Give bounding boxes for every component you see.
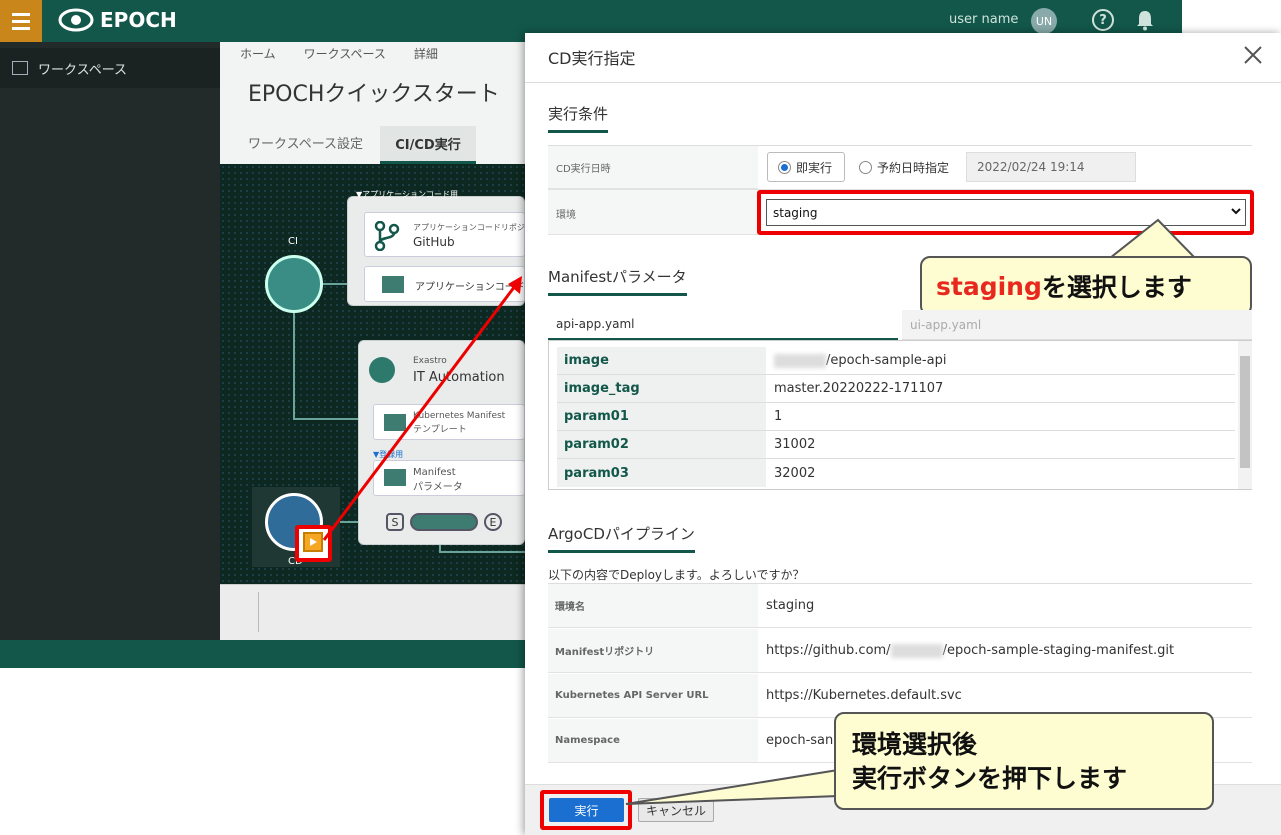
epoch-logo[interactable]: EPOCH (58, 7, 177, 33)
modal-divider (525, 82, 1281, 83)
radio-off-icon (859, 160, 872, 174)
env-label: 環境 (556, 210, 576, 221)
epoch-logo-icon (58, 8, 94, 32)
breadcrumb: ホーム ワークスペース 詳細 (240, 45, 438, 62)
callout-press-exec: 環境選択後 実行ボタンを押下します (834, 712, 1214, 810)
radio-on-icon (778, 160, 791, 174)
breadcrumb-workspace[interactable]: ワークスペース (304, 45, 386, 62)
param-key: image_tag (557, 375, 766, 402)
app-code-header: ▼アプリケーションコード用 (356, 190, 458, 199)
radio-immediate[interactable]: 即実行 (767, 152, 845, 182)
annotation-arrow (322, 276, 522, 541)
cd-datetime-label: CD実行日時 (556, 164, 611, 175)
callout-line1: 環境選択後 (852, 730, 978, 759)
scheduled-datetime-input[interactable]: 2022/02/24 19:14 (966, 152, 1136, 182)
info-row: 環境名 staging (548, 584, 1252, 628)
param-key: param01 (557, 403, 766, 430)
redacted-text (890, 643, 943, 658)
sidebar-item-label: ワークスペース (38, 62, 128, 78)
table-row: image_tag master.20220222-171107 (557, 375, 1235, 403)
param-value[interactable]: 31002 (766, 431, 1235, 458)
footer-divider (258, 592, 259, 632)
workspace-icon (12, 61, 28, 75)
bell-icon[interactable] (1135, 9, 1155, 31)
tab-workspace-settings[interactable]: ワークスペース設定 (248, 133, 363, 152)
param-key: param03 (557, 459, 766, 487)
info-value: https://Kubernetes.default.svc (766, 688, 962, 703)
radio-immediate-label: 即実行 (796, 160, 833, 175)
callout-staging-word: staging (936, 271, 1042, 301)
close-icon[interactable] (1242, 44, 1264, 66)
param-table: image /epoch-sample-api image_tag master… (548, 340, 1252, 490)
param-value[interactable]: 1 (766, 403, 1235, 430)
param-key: param02 (557, 431, 766, 458)
table-row: param03 32002 (557, 459, 1235, 487)
callout-select-staging: staging を選択します (920, 256, 1252, 316)
callout-pointer (625, 768, 839, 805)
breadcrumb-detail: 詳細 (413, 47, 438, 61)
avatar[interactable]: UN (1031, 8, 1057, 34)
confirm-text: 以下の内容でDeployします。よろしいですか？ (548, 568, 805, 582)
hamburger-menu-icon[interactable] (0, 0, 42, 42)
sidebar (0, 42, 220, 640)
scroll-thumb[interactable] (1240, 356, 1250, 468)
modal-title: CD実行指定 (548, 49, 636, 68)
redacted-text (774, 353, 826, 368)
info-key: Namespace (548, 719, 758, 762)
table-row: image /epoch-sample-api (557, 347, 1235, 375)
section-manifest-params: Manifestパラメータ (548, 266, 687, 296)
git-branch-icon (374, 221, 400, 251)
info-value: https://github.com/ /epoch-sample-staging… (758, 629, 1252, 672)
info-row: Manifestリポジトリ https://github.com/ /epoch-… (548, 629, 1252, 673)
repo-name: GitHub (413, 235, 455, 249)
param-key: image (557, 347, 766, 374)
callout-line2: 実行ボタンを押下します (852, 764, 1128, 793)
sidebar-item-workspace[interactable]: ワークスペース (0, 48, 220, 88)
tab-ui-app-yaml[interactable]: ui-app.yaml (902, 310, 1252, 340)
table-row: param01 1 (557, 403, 1235, 431)
row-env (548, 190, 758, 235)
section-argocd: ArgoCDパイプライン (548, 523, 695, 553)
callout-pointer (1107, 218, 1198, 260)
tab-api-app-yaml[interactable]: api-app.yaml (548, 310, 898, 340)
brand-name: EPOCH (100, 8, 177, 32)
repo-caption: アプリケーションコードリポジトリ (413, 223, 541, 232)
chevron-down-icon (1231, 208, 1241, 215)
param-value[interactable]: /epoch-sample-api (766, 347, 1235, 374)
info-key: Manifestリポジトリ (548, 629, 758, 672)
breadcrumb-home[interactable]: ホーム (240, 45, 276, 62)
callout-select-text: を選択します (1041, 273, 1192, 302)
param-value-text: /epoch-sample-api (826, 353, 947, 368)
tab-cicd-exec[interactable]: CI/CD実行 (380, 126, 476, 164)
param-value[interactable]: master.20220222-171107 (766, 375, 1235, 402)
info-key: 環境名 (548, 584, 758, 627)
info-value-suffix: /epoch-sample-staging-manifest.git (942, 643, 1175, 658)
page-title: EPOCHクイックスタート (248, 82, 500, 107)
info-key: Kubernetes API Server URL (548, 674, 758, 717)
info-value: staging (766, 598, 815, 613)
table-row: param02 31002 (557, 431, 1235, 459)
radio-scheduled[interactable]: 予約日時指定 (859, 152, 949, 182)
ci-label: CI (288, 236, 298, 247)
help-icon[interactable]: ? (1092, 9, 1114, 31)
radio-scheduled-label: 予約日時指定 (877, 160, 950, 175)
info-value-prefix: https://github.com/ (766, 643, 891, 658)
user-name[interactable]: user name (949, 12, 1018, 27)
param-value[interactable]: 32002 (766, 459, 1235, 487)
section-exec-conditions: 実行条件 (548, 103, 609, 133)
